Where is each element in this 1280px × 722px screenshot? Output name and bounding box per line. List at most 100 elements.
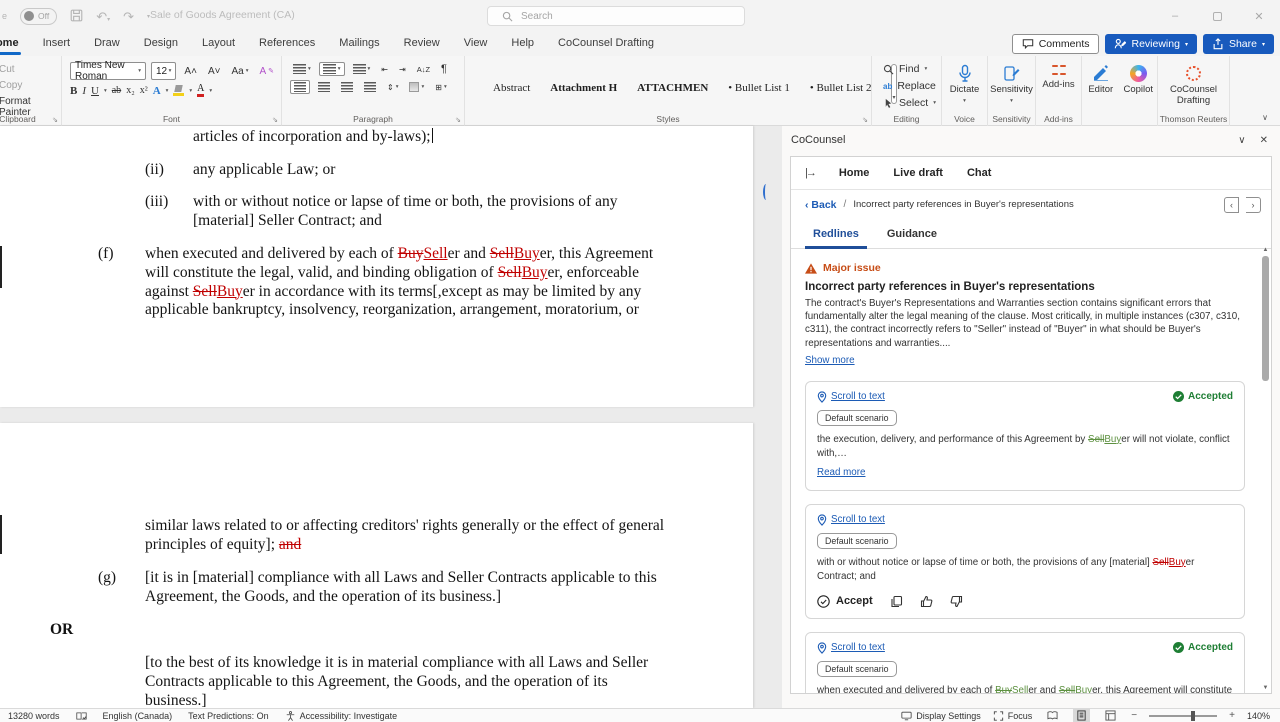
find-button[interactable]: Find▾	[880, 62, 941, 76]
select-button[interactable]: Select▾	[880, 96, 941, 110]
tab-layout[interactable]: Layout	[190, 33, 247, 55]
accessibility-status[interactable]: Accessibility: Investigate	[285, 711, 398, 721]
tab-draw[interactable]: Draw	[82, 33, 132, 55]
print-layout-button[interactable]	[1073, 709, 1090, 722]
copy-button[interactable]: Copy	[0, 79, 61, 92]
tab-mailings[interactable]: Mailings	[327, 33, 391, 55]
tab-review[interactable]: Review	[392, 33, 452, 55]
cocounsel-drafting-button[interactable]: CoCounselDrafting	[1158, 56, 1229, 107]
increase-indent-button[interactable]: ⇥	[396, 64, 409, 75]
text-effects-button[interactable]: A	[153, 85, 161, 97]
scroll-to-text-link[interactable]: Scroll to text	[817, 642, 885, 654]
share-button[interactable]: Share▾	[1203, 34, 1274, 54]
redo-icon[interactable]: ↷	[123, 10, 134, 23]
style-bullet-list-2[interactable]: • Bullet List 2	[810, 82, 872, 94]
strikethrough-button[interactable]: ab	[112, 85, 121, 96]
zoom-level[interactable]: 140%	[1247, 711, 1270, 721]
text-predictions-status[interactable]: Text Predictions: On	[188, 711, 269, 721]
document-page-1[interactable]: articles of incorporation and by-laws); …	[0, 126, 753, 407]
scrollbar-thumb[interactable]	[1262, 256, 1269, 381]
line-spacing-button[interactable]: ⇕▾	[384, 82, 401, 93]
superscript-button[interactable]: x²	[140, 85, 148, 96]
search-input[interactable]: Search	[487, 6, 745, 26]
style-bullet-list-1[interactable]: • Bullet List 1	[728, 82, 790, 94]
panel-scrollbar[interactable]: ▲ ▼	[1261, 247, 1270, 691]
subscript-button[interactable]: x₂	[126, 85, 135, 96]
font-color-button[interactable]: A	[197, 84, 204, 97]
scroll-down-icon[interactable]: ▼	[1263, 685, 1269, 691]
zoom-slider-thumb[interactable]	[1191, 711, 1195, 721]
font-name-select[interactable]: Times New Roman▾	[70, 62, 146, 80]
sort-button[interactable]: A↓Z	[414, 64, 433, 75]
show-paragraph-marks-button[interactable]: ¶	[438, 62, 450, 76]
zoom-in-button[interactable]: +	[1229, 710, 1235, 721]
scroll-up-icon[interactable]: ▲	[1263, 247, 1269, 253]
font-dialog-launcher[interactable]: ⇘	[272, 116, 278, 124]
underline-button[interactable]: U	[91, 85, 99, 97]
cut-button[interactable]: Cut	[0, 63, 61, 76]
style-attachment-h[interactable]: Attachment H	[550, 82, 617, 94]
bullets-button[interactable]: ▾	[290, 63, 314, 75]
replace-button[interactable]: abReplace	[880, 79, 941, 93]
prev-issue-button[interactable]: ‹	[1224, 197, 1239, 213]
reviewing-button[interactable]: Reviewing▾	[1105, 34, 1196, 54]
shrink-font-button[interactable]: A˅	[205, 65, 224, 78]
read-more-link[interactable]: Read more	[817, 467, 865, 478]
justify-button[interactable]	[361, 81, 379, 93]
word-count[interactable]: 13280 words	[8, 711, 60, 721]
minimize-button[interactable]: –	[1154, 0, 1196, 32]
align-left-button[interactable]	[290, 80, 310, 94]
read-mode-button[interactable]	[1044, 709, 1061, 722]
undo-icon[interactable]: ↶▾	[96, 10, 110, 23]
dictate-button[interactable]: Dictate▾	[942, 56, 987, 104]
tab-redlines[interactable]: Redlines	[813, 228, 859, 248]
paragraph-dialog-launcher[interactable]: ⇘	[455, 116, 461, 124]
proofing-icon[interactable]	[76, 711, 87, 721]
tab-cocounsel-drafting[interactable]: CoCounsel Drafting	[546, 33, 666, 55]
web-layout-button[interactable]	[1102, 709, 1119, 722]
decrease-indent-button[interactable]: ⇤	[378, 64, 391, 75]
panel-pin-icon[interactable]: |→	[805, 167, 815, 179]
highlight-color-button[interactable]	[173, 85, 184, 96]
zoom-out-button[interactable]: −	[1131, 710, 1137, 721]
style-abstract[interactable]: Abstract	[493, 82, 530, 94]
italic-button[interactable]: I	[82, 85, 86, 97]
change-case-button[interactable]: Aa▾	[228, 65, 251, 78]
editor-button[interactable]: Editor	[1082, 56, 1120, 126]
tab-view[interactable]: View	[452, 33, 500, 55]
numbering-button[interactable]: ▾	[319, 62, 345, 76]
panel-collapse-icon[interactable]: ∨	[1238, 135, 1245, 146]
tab-references[interactable]: References	[247, 33, 327, 55]
multilevel-list-button[interactable]: ▾	[350, 63, 374, 75]
save-icon[interactable]	[70, 9, 83, 24]
zoom-slider[interactable]	[1149, 715, 1217, 717]
tab-insert[interactable]: Insert	[31, 33, 83, 55]
close-button[interactable]: ✕	[1238, 0, 1280, 32]
copilot-button[interactable]: Copilot	[1120, 56, 1158, 126]
nav-chat[interactable]: Chat	[967, 167, 991, 179]
align-center-button[interactable]	[315, 81, 333, 93]
shading-button[interactable]: ▾	[406, 81, 427, 93]
copy-icon[interactable]	[890, 595, 903, 608]
clipboard-dialog-launcher[interactable]: ⇘	[52, 116, 58, 124]
tab-home[interactable]: Home	[0, 33, 31, 55]
tab-guidance[interactable]: Guidance	[887, 228, 937, 248]
bold-button[interactable]: B	[70, 85, 77, 97]
document-page-2[interactable]: similar laws related to or affecting cre…	[0, 423, 753, 708]
grow-font-button[interactable]: A˄	[181, 65, 200, 78]
thumbs-up-icon[interactable]	[920, 595, 933, 608]
restore-button[interactable]	[1196, 0, 1238, 32]
styles-dialog-launcher[interactable]: ⇘	[862, 116, 868, 124]
borders-button[interactable]: ⊞▾	[432, 82, 449, 93]
tab-help[interactable]: Help	[499, 33, 546, 55]
document-canvas[interactable]: articles of incorporation and by-laws); …	[0, 126, 782, 708]
comments-button[interactable]: Comments	[1012, 34, 1100, 54]
language-status[interactable]: English (Canada)	[103, 711, 173, 721]
autosave-toggle[interactable]: Off	[20, 8, 57, 25]
focus-button[interactable]: Focus	[993, 711, 1033, 721]
accept-button[interactable]: Accept	[817, 595, 873, 608]
sensitivity-button[interactable]: Sensitivity▾	[988, 56, 1035, 104]
align-right-button[interactable]	[338, 81, 356, 93]
show-more-link[interactable]: Show more	[805, 355, 855, 366]
nav-home[interactable]: Home	[839, 167, 870, 179]
